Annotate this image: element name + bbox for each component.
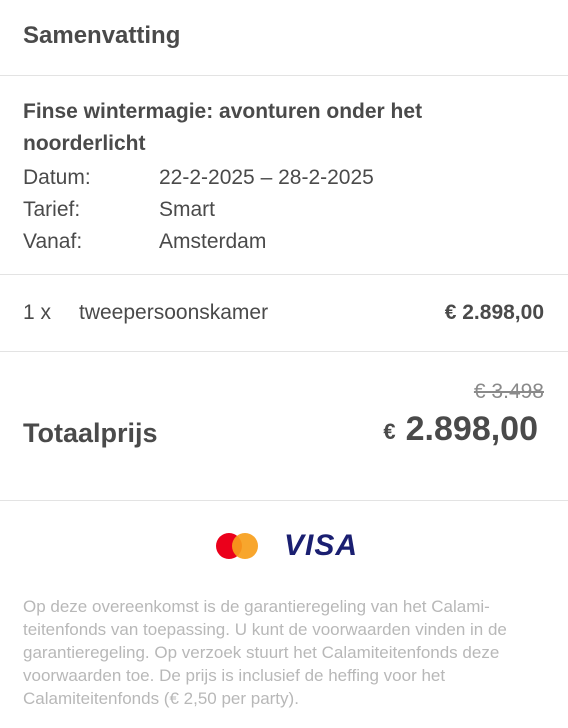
detail-row-vanaf: Vanaf: Amsterdam (23, 226, 545, 258)
detail-value: Amsterdam (159, 230, 267, 253)
trip-details: Finse wintermagie: avonturen onder het n… (0, 76, 568, 275)
payment-footer: VISA Op deze overeenkomst is de garantie… (0, 501, 568, 710)
detail-row-datum: Datum: 22-2-2025 – 28-2-2025 (23, 162, 545, 194)
guarantee-note: Op deze overeenkomst is de garantieregel… (23, 597, 507, 708)
currency-symbol: € (383, 419, 396, 444)
summary-header: Samenvatting (0, 0, 568, 76)
mastercard-icon (215, 533, 258, 559)
visa-logo: VISA (283, 529, 359, 562)
total-price: €2.898,00 (383, 410, 538, 449)
original-price: € 3.498 (473, 380, 544, 403)
trip-title: Finse wintermagie: avonturen onder het n… (23, 100, 423, 155)
detail-label: Vanaf: (23, 230, 83, 253)
total-price-value: 2.898,00 (405, 410, 538, 448)
detail-value: 22-2-2025 – 28-2-2025 (159, 166, 374, 189)
total-label: Totaalprijs (23, 418, 158, 448)
payment-logos: VISA (29, 529, 545, 563)
detail-value: Smart (159, 198, 216, 221)
detail-label: Tarief: (23, 198, 81, 221)
line-item: 1 x tweepersoonskamer € 2.898,00 (0, 275, 568, 352)
line-item-quantity: 1 x (23, 301, 52, 324)
total-section: € 3.498 Totaalprijs €2.898,00 (0, 352, 568, 501)
line-item-amount: € 2.898,00 (444, 301, 544, 324)
mastercard-orange-circle (231, 533, 258, 559)
detail-label: Datum: (23, 166, 91, 189)
summary-title: Samenvatting (23, 22, 181, 49)
line-item-name: tweepersoonskamer (79, 301, 269, 324)
detail-row-tarief: Tarief: Smart (23, 194, 545, 226)
